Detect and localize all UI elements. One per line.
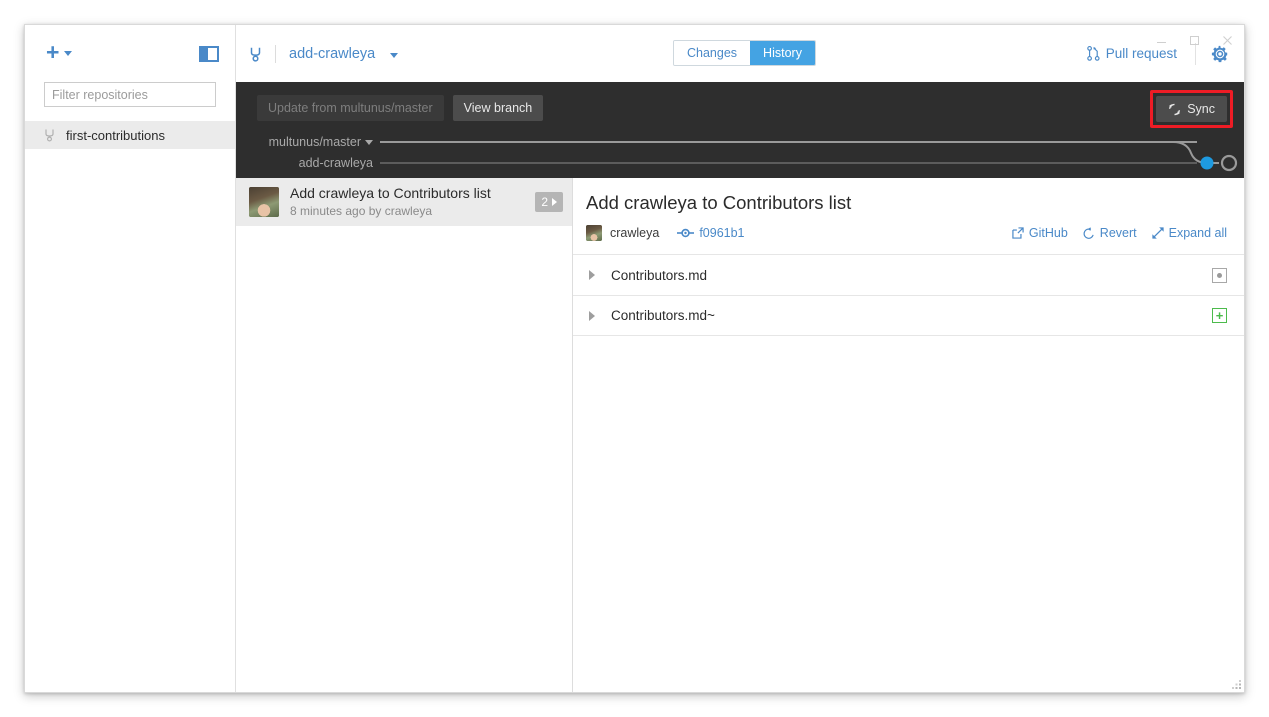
commit-icon — [677, 228, 695, 238]
commit-title: Add crawleya to Contributors list — [290, 185, 491, 201]
commit-detail-meta: crawleya f0961b1 GitHub Revert Expand al… — [586, 224, 1227, 242]
graph-label-branch: add-crawleya — [298, 156, 373, 170]
branch-icon — [45, 129, 54, 142]
filter-repositories-input[interactable] — [44, 82, 216, 107]
external-link-icon — [1012, 227, 1024, 239]
commit-detail-header: Add crawleya to Contributors list crawle… — [573, 178, 1244, 242]
screenshot-root: + first-contributions — [0, 0, 1269, 717]
expand-all-label: Expand all — [1168, 226, 1227, 240]
close-button[interactable] — [1211, 26, 1244, 54]
avatar — [249, 187, 279, 217]
pull-request-icon — [1086, 46, 1100, 61]
branch-graph: multunus/master add-crawleya — [236, 132, 1244, 178]
view-branch-button[interactable]: View branch — [452, 95, 544, 121]
sidebar-toggle-button[interactable] — [199, 45, 219, 62]
sync-highlight: Sync — [1150, 90, 1233, 128]
minimize-button[interactable] — [1145, 26, 1178, 54]
changed-files-list: Contributors.md Contributors.md~ + — [573, 254, 1244, 336]
avatar — [586, 225, 602, 241]
sidebar-toggle-icon — [201, 47, 208, 60]
breadcrumb-divider — [275, 44, 276, 63]
expand-icon — [1151, 227, 1164, 239]
branch-toolbar: Update from multunus/master View branch … — [236, 82, 1244, 178]
file-row[interactable]: Contributors.md — [573, 254, 1244, 295]
close-icon — [1223, 35, 1232, 45]
maximize-button[interactable] — [1178, 26, 1211, 54]
commit-author: crawleya — [610, 226, 660, 240]
open-in-github-button[interactable]: GitHub — [1012, 226, 1068, 240]
branch-icon — [250, 47, 261, 62]
top-toolbar: add-crawleya Changes History Pull reques… — [236, 25, 1244, 82]
repository-name: first-contributions — [66, 127, 165, 143]
revert-button[interactable]: Revert — [1083, 226, 1137, 240]
sidebar-item-first-contributions[interactable]: first-contributions — [25, 121, 235, 149]
commit-subtitle: 8 minutes ago by crawleya — [290, 204, 433, 218]
current-branch-label: add-crawleya — [289, 45, 376, 62]
file-count-value: 2 — [541, 195, 548, 209]
sync-icon — [1169, 103, 1181, 115]
commit-node-current — [1200, 156, 1214, 170]
sidebar-header: + — [25, 25, 235, 82]
breadcrumb[interactable]: add-crawleya — [236, 44, 399, 63]
commit-node-remote — [1220, 154, 1238, 172]
github-desktop-window: + first-contributions — [24, 24, 1245, 693]
branch-actions: Update from multunus/master View branch — [236, 82, 1244, 121]
chevron-right-icon[interactable] — [589, 270, 595, 280]
tab-changes[interactable]: Changes — [674, 41, 751, 65]
open-in-github-label: GitHub — [1028, 226, 1068, 240]
file-count-badge[interactable]: 2 — [535, 192, 563, 212]
view-tabs: Changes History — [673, 40, 816, 66]
file-name: Contributors.md — [611, 267, 708, 283]
commit-detail: Add crawleya to Contributors list crawle… — [573, 178, 1244, 692]
branch-graph-nodes — [1125, 141, 1238, 172]
graph-label-master[interactable]: multunus/master — [236, 135, 377, 149]
maximize-icon — [1190, 35, 1199, 45]
commit-list: Add crawleya to Contributors list 8 minu… — [236, 178, 573, 692]
modified-icon — [1212, 267, 1227, 283]
revert-label: Revert — [1099, 226, 1137, 240]
plus-icon: + — [46, 39, 60, 65]
filter-row — [25, 82, 235, 107]
update-from-master-button[interactable]: Update from multunus/master — [257, 95, 444, 121]
chevron-down-icon — [64, 51, 73, 56]
window-controls — [1145, 25, 1244, 55]
repository-list: first-contributions — [25, 121, 235, 149]
commit-detail-actions: GitHub Revert Expand all — [1012, 226, 1227, 240]
sync-label: Sync — [1187, 102, 1215, 116]
revert-icon — [1083, 226, 1094, 239]
commit-hash-value: f0961b1 — [699, 226, 745, 240]
tab-history[interactable]: History — [750, 41, 815, 65]
resize-grip[interactable] — [1230, 678, 1242, 690]
commit-hash-link[interactable]: f0961b1 — [677, 226, 745, 240]
sidebar: + first-contributions — [25, 25, 236, 692]
minimize-icon — [1157, 41, 1166, 43]
history-content: Add crawleya to Contributors list 8 minu… — [236, 178, 1244, 692]
commit-list-item[interactable]: Add crawleya to Contributors list 8 minu… — [236, 178, 572, 226]
commit-summary: Add crawleya to Contributors list 8 minu… — [290, 185, 535, 219]
chevron-down-icon — [365, 140, 373, 146]
commit-detail-title: Add crawleya to Contributors list — [586, 192, 852, 213]
chevron-right-icon[interactable] — [589, 310, 595, 321]
added-icon: + — [1212, 308, 1227, 323]
chevron-right-icon — [552, 198, 557, 206]
sync-button[interactable]: Sync — [1156, 96, 1227, 122]
main-panel: add-crawleya Changes History Pull reques… — [236, 25, 1244, 692]
chevron-down-icon — [390, 52, 399, 58]
file-name: Contributors.md~ — [611, 308, 715, 323]
file-row[interactable]: Contributors.md~ + — [573, 295, 1244, 336]
expand-all-button[interactable]: Expand all — [1151, 226, 1227, 240]
add-repository-button[interactable]: + — [46, 39, 73, 65]
branch-graph-lines — [380, 141, 1197, 164]
